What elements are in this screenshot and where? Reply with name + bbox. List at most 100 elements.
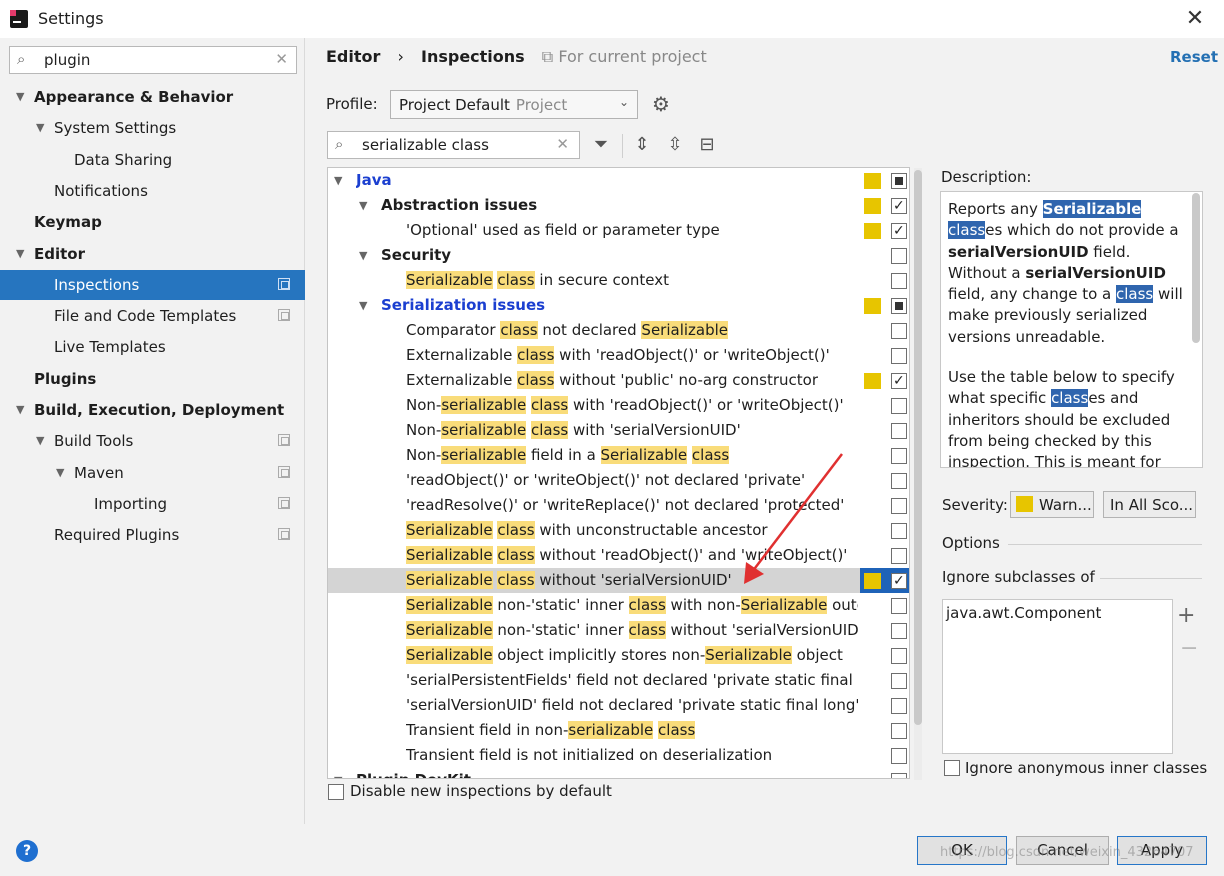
table-row[interactable]: Transient field is not initialized on de… bbox=[328, 743, 909, 768]
label-text: outer c bbox=[832, 596, 858, 614]
list-item[interactable]: java.awt.Component bbox=[946, 604, 1101, 622]
table-row[interactable]: ▼ Abstraction issues bbox=[328, 193, 909, 219]
inspection-enabled-checkbox[interactable] bbox=[891, 369, 907, 394]
inspection-enabled-checkbox[interactable] bbox=[891, 698, 907, 714]
chevron-down-icon[interactable]: ▼ bbox=[334, 768, 342, 778]
chevron-down-icon[interactable]: ▼ bbox=[16, 82, 24, 112]
table-row[interactable]: Non-serializable class with 'serialVersi… bbox=[328, 418, 909, 443]
chevron-down-icon[interactable]: ▼ bbox=[359, 243, 367, 268]
inspection-enabled-checkbox[interactable] bbox=[891, 273, 907, 289]
chevron-down-icon[interactable]: ▼ bbox=[56, 458, 64, 488]
description-scrollbar[interactable] bbox=[1192, 193, 1200, 343]
inspection-enabled-checkbox[interactable] bbox=[891, 748, 907, 764]
inspection-enabled-checkbox[interactable] bbox=[891, 398, 907, 414]
reset-to-empty-icon[interactable]: ⊟ bbox=[696, 134, 718, 155]
clear-filter-icon[interactable]: ✕ bbox=[556, 135, 569, 153]
add-icon[interactable]: + bbox=[1177, 603, 1195, 628]
inspection-enabled-checkbox[interactable] bbox=[891, 648, 907, 664]
profile-dropdown[interactable]: Project Default Project ⌄ bbox=[390, 90, 638, 119]
toolbar-divider bbox=[622, 134, 623, 158]
reset-link[interactable]: Reset bbox=[1170, 48, 1218, 66]
table-row[interactable]: Transient field in non-serializable clas… bbox=[328, 718, 909, 743]
inspection-enabled-checkbox[interactable] bbox=[891, 323, 907, 339]
settings-search-input[interactable]: ⌕ plugin ✕ bbox=[9, 46, 297, 74]
inspection-enabled-checkbox[interactable] bbox=[891, 423, 907, 439]
inspection-enabled-checkbox[interactable] bbox=[891, 448, 907, 464]
sidebar-item-data-sharing[interactable]: Data Sharing bbox=[0, 145, 305, 175]
close-window-icon[interactable]: ✕ bbox=[1180, 4, 1210, 34]
clear-search-icon[interactable]: ✕ bbox=[275, 50, 288, 68]
sidebar-item-system-settings[interactable]: ▼ System Settings bbox=[0, 113, 305, 143]
sidebar-item-appearance-behavior[interactable]: ▼ Appearance & Behavior bbox=[0, 82, 305, 112]
inspection-enabled-checkbox[interactable] bbox=[891, 173, 907, 189]
ignore-anonymous-checkbox[interactable] bbox=[944, 760, 960, 776]
table-row[interactable]: Externalizable class without 'public' no… bbox=[328, 368, 909, 394]
label-text: Externalizable bbox=[406, 371, 518, 389]
scope-dropdown[interactable]: In All Sco... bbox=[1103, 491, 1196, 518]
inspection-enabled-checkbox[interactable] bbox=[891, 673, 907, 689]
chevron-down-icon[interactable]: ▼ bbox=[16, 239, 24, 269]
sidebar-item-maven[interactable]: ▼ Maven bbox=[0, 458, 305, 488]
table-row[interactable]: Serializable non-'static' inner class wi… bbox=[328, 618, 909, 643]
table-row[interactable]: Serializable class in secure context bbox=[328, 268, 909, 293]
chevron-down-icon[interactable]: ▼ bbox=[36, 113, 44, 143]
table-row[interactable]: Serializable non-'static' inner class wi… bbox=[328, 593, 909, 618]
chevron-down-icon[interactable]: ▼ bbox=[359, 193, 367, 218]
match-highlight: class bbox=[497, 271, 535, 289]
inspection-enabled-checkbox[interactable] bbox=[891, 623, 907, 639]
inspection-enabled-checkbox[interactable] bbox=[891, 298, 907, 314]
sidebar-item-label: Editor bbox=[34, 244, 85, 263]
inspection-enabled-checkbox[interactable] bbox=[891, 723, 907, 739]
sidebar-item-live-templates[interactable]: Live Templates bbox=[0, 332, 305, 362]
inspection-enabled-checkbox[interactable] bbox=[891, 598, 907, 614]
filter-funnel-icon[interactable]: ⏷ bbox=[590, 134, 612, 155]
expand-all-icon[interactable]: ⇕ bbox=[631, 134, 653, 155]
inspection-enabled-checkbox[interactable] bbox=[891, 569, 907, 594]
gear-icon[interactable]: ⚙ bbox=[652, 92, 670, 116]
chevron-down-icon[interactable]: ▼ bbox=[359, 293, 367, 318]
inspections-scrollbar-thumb[interactable] bbox=[914, 170, 922, 725]
chevron-down-icon[interactable]: ▼ bbox=[36, 426, 44, 456]
inspection-enabled-checkbox[interactable] bbox=[891, 248, 907, 264]
table-row[interactable]: Comparator class not declared Serializab… bbox=[328, 318, 909, 343]
inspection-enabled-checkbox[interactable] bbox=[891, 523, 907, 539]
inspection-enabled-checkbox[interactable] bbox=[891, 498, 907, 514]
table-row[interactable]: ▼ Serialization issues bbox=[328, 293, 909, 318]
inspection-enabled-checkbox[interactable] bbox=[891, 773, 907, 778]
table-row[interactable]: Non-serializable class with 'readObject(… bbox=[328, 393, 909, 418]
inspection-filter-input[interactable]: ⌕ serializable class ✕ bbox=[327, 131, 580, 159]
sidebar-item-build-tools[interactable]: ▼ Build Tools bbox=[0, 426, 305, 456]
sidebar-item-required-plugins[interactable]: Required Plugins bbox=[0, 520, 305, 550]
sidebar-item-inspections[interactable]: Inspections bbox=[0, 269, 305, 300]
sidebar-item-importing[interactable]: Importing bbox=[0, 489, 305, 519]
breadcrumb-editor[interactable]: Editor bbox=[326, 47, 380, 66]
table-row[interactable]: ▼ Security bbox=[328, 243, 909, 268]
severity-dropdown[interactable]: Warn... bbox=[1010, 491, 1094, 518]
table-row[interactable]: 'serialPersistentFields' field not decla… bbox=[328, 668, 909, 693]
table-row[interactable]: ▼ Plugin DevKit bbox=[328, 768, 909, 778]
ignore-subclasses-list[interactable]: java.awt.Component bbox=[942, 599, 1173, 754]
sidebar-item-notifications[interactable]: Notifications bbox=[0, 176, 305, 206]
table-row[interactable]: 'Optional' used as field or parameter ty… bbox=[328, 218, 909, 244]
inspection-enabled-checkbox[interactable] bbox=[891, 194, 907, 219]
table-row[interactable]: ▼ Java bbox=[328, 168, 909, 193]
chevron-down-icon[interactable]: ▼ bbox=[16, 395, 24, 425]
inspection-enabled-checkbox[interactable] bbox=[891, 348, 907, 364]
chevron-down-icon[interactable]: ▼ bbox=[334, 168, 342, 193]
help-button[interactable]: ? bbox=[16, 840, 38, 862]
label-text: with 'readObject()' or 'writeObject()' bbox=[568, 396, 844, 414]
table-row[interactable]: Externalizable class with 'readObject()'… bbox=[328, 343, 909, 368]
sidebar-item-keymap[interactable]: Keymap bbox=[0, 207, 305, 237]
remove-icon[interactable]: − bbox=[1180, 636, 1198, 661]
inspection-enabled-checkbox[interactable] bbox=[891, 473, 907, 489]
sidebar-item-file-and-code-templates[interactable]: File and Code Templates bbox=[0, 301, 305, 331]
sidebar-item-build-execution-deployment[interactable]: ▼ Build, Execution, Deployment bbox=[0, 395, 305, 425]
disable-new-inspections-checkbox[interactable] bbox=[328, 784, 344, 800]
sidebar-item-plugins[interactable]: Plugins bbox=[0, 364, 305, 394]
collapse-all-icon[interactable]: ⇳ bbox=[664, 134, 686, 155]
table-row[interactable]: 'serialVersionUID' field not declared 'p… bbox=[328, 693, 909, 718]
inspection-enabled-checkbox[interactable] bbox=[891, 548, 907, 564]
inspection-enabled-checkbox[interactable] bbox=[891, 219, 907, 244]
sidebar-item-editor[interactable]: ▼ Editor bbox=[0, 239, 305, 269]
table-row[interactable]: Serializable object implicitly stores no… bbox=[328, 643, 909, 668]
